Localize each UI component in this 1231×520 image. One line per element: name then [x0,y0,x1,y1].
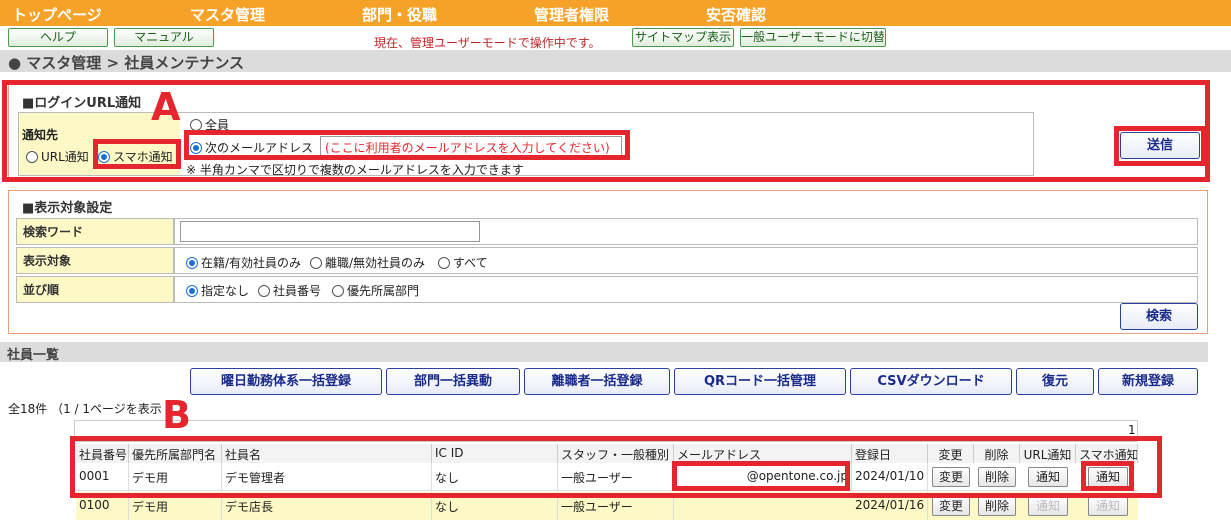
csv-download-button[interactable]: CSVダウンロード [850,368,1012,395]
new-register-button[interactable]: 新規登録 [1098,368,1198,395]
bulk-transfer-button[interactable]: 部門一括異動 [386,368,520,395]
restore-button[interactable]: 復元 [1016,368,1094,395]
order-dept-radio[interactable] [332,285,344,297]
breadcrumb-bar: ● マスタ管理 > 社員メンテナンス [0,50,1231,72]
manual-button[interactable]: マニュアル [114,28,214,47]
row2-edit-button[interactable]: 変更 [932,496,970,516]
top-nav: トップページ マスタ管理 部門・役職 管理者権限 安否確認 [0,0,1231,26]
row2-url-button[interactable]: 通知 [1028,496,1068,516]
order-label: 並び順 [16,276,174,303]
search-word-label: 検索ワード [16,218,174,245]
target-opt-inactive[interactable]: 離職/無効社員のみ [310,254,425,271]
row2-delete-button[interactable]: 削除 [978,496,1016,516]
order-opt-none[interactable]: 指定なし [186,282,249,299]
sitemap-button[interactable]: サイトマップ表示 [632,28,734,47]
order-number-label: 社員番号 [273,284,322,298]
search-button[interactable]: 検索 [1120,303,1198,330]
annotation-box-smart-cell [1081,461,1134,491]
display-settings-title: ■表示対象設定 [22,201,113,216]
target-inactive-radio[interactable] [310,257,322,269]
search-word-input[interactable] [180,221,480,242]
annotation-box-email-cell [672,461,850,491]
mode-message: 現在、管理ユーザーモードで操作中です。 [374,36,601,50]
order-opt-number[interactable]: 社員番号 [258,282,321,299]
row2-smart-button[interactable]: 通知 [1088,496,1128,516]
list-title: 社員一覧 [7,348,60,363]
breadcrumb: ● マスタ管理 > 社員メンテナンス [8,54,245,72]
target-all-label: すべて [453,256,488,270]
nav-admin-rights[interactable]: 管理者権限 [534,4,609,25]
target-opt-all[interactable]: すべて [438,254,488,271]
nav-dept-role[interactable]: 部門・役職 [362,4,437,25]
annotation-box-send [1114,126,1206,166]
annotation-box-b [70,436,1162,498]
target-all-radio[interactable] [438,257,450,269]
target-inactive-label: 離職/無効社員のみ [325,256,426,270]
page-number[interactable]: 1 [1128,423,1136,437]
bulk-retire-button[interactable]: 離職者一括登録 [524,368,670,395]
target-active-label: 在籍/有効社員のみ [201,256,302,270]
annotation-label-a: A [151,85,181,129]
order-number-radio[interactable] [258,285,270,297]
order-dept-label: 優先所属部門 [347,284,420,298]
order-cell [174,276,1198,303]
annotation-box-email [184,130,630,160]
order-none-label: 指定なし [201,284,250,298]
order-opt-dept[interactable]: 優先所属部門 [332,282,419,299]
target-active-radio[interactable] [186,257,198,269]
help-button[interactable]: ヘルプ [8,28,108,47]
bulk-weekday-button[interactable]: 曜日勤務体系一括登録 [190,368,382,395]
record-count: 全18件 （1 / 1ページを表示 [8,402,162,416]
target-label: 表示対象 [16,247,174,274]
qr-manage-button[interactable]: QRコード一括管理 [674,368,846,395]
nav-safety[interactable]: 安否確認 [706,4,766,25]
switch-mode-button[interactable]: 一般ユーザーモードに切替 [740,28,886,47]
annotation-box-smart [93,139,181,169]
annotation-label-b: B [162,393,191,437]
list-header: 社員一覧 [0,342,1208,363]
nav-master[interactable]: マスタ管理 [190,4,265,25]
order-none-radio[interactable] [186,285,198,297]
nav-top-page[interactable]: トップページ [12,4,102,25]
target-opt-active[interactable]: 在籍/有効社員のみ [186,254,301,271]
